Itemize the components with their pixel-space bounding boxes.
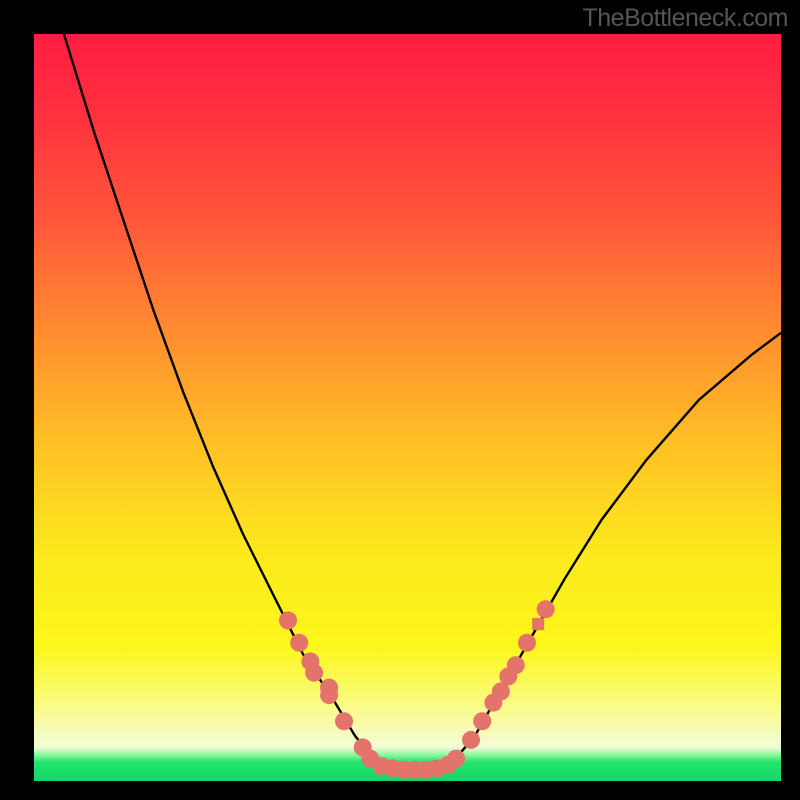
highlight-dot bbox=[335, 712, 353, 730]
highlight-dot bbox=[447, 750, 465, 768]
highlight-dot bbox=[462, 731, 480, 749]
chart-overlay bbox=[34, 34, 781, 781]
highlight-dots bbox=[279, 600, 555, 779]
chart-frame: TheBottleneck.com bbox=[0, 0, 800, 800]
bottleneck-curve bbox=[64, 34, 781, 770]
highlight-dot bbox=[320, 679, 338, 697]
highlight-box bbox=[532, 618, 544, 630]
highlight-dot bbox=[507, 656, 525, 674]
watermark-text: TheBottleneck.com bbox=[583, 4, 789, 33]
highlight-dot bbox=[290, 634, 308, 652]
highlight-dot bbox=[473, 712, 491, 730]
highlight-dot bbox=[518, 634, 536, 652]
highlight-dot bbox=[305, 664, 323, 682]
plot-area bbox=[34, 34, 781, 781]
highlight-dot bbox=[279, 611, 297, 629]
highlight-dot bbox=[537, 600, 555, 618]
